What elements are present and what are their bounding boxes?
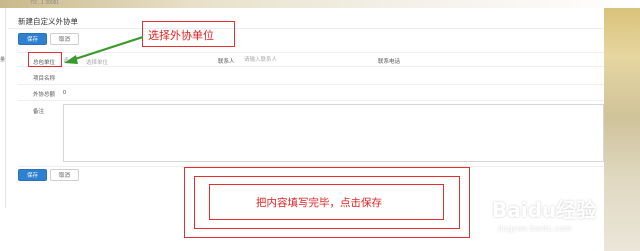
- watermark-logo-text: Baidu经验: [492, 198, 597, 222]
- arrow-head: [64, 55, 78, 64]
- arrow-shaft: [71, 35, 144, 62]
- watermark-url: jingyan.baidu.com: [498, 224, 572, 233]
- save-callout-text: 把内容填写完毕，点击保存: [256, 197, 382, 209]
- baidu-watermark: Baidu经验 jingyan.baidu.com: [492, 180, 610, 240]
